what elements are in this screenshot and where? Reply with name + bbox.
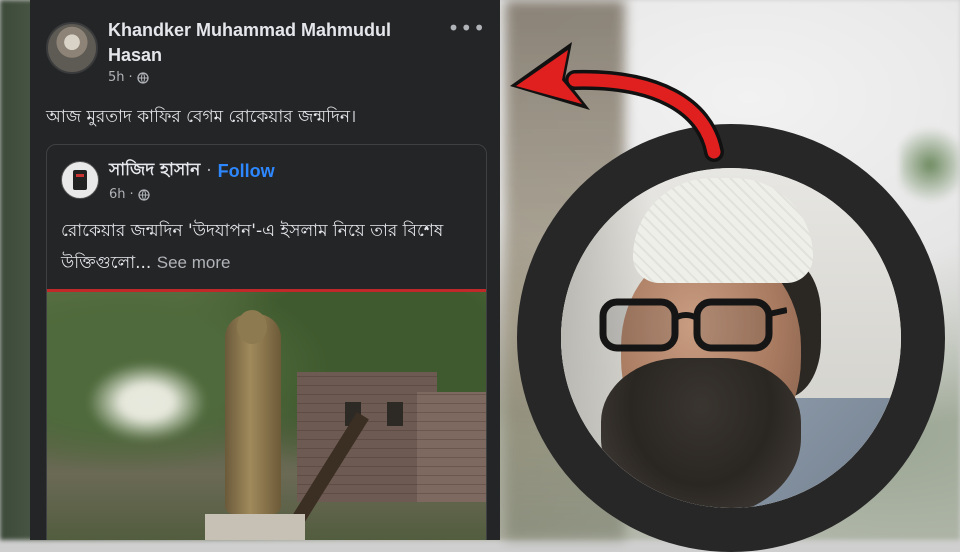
separator-dot: · bbox=[206, 161, 212, 181]
meta-dot: · bbox=[128, 70, 133, 85]
author-avatar[interactable] bbox=[46, 22, 98, 74]
post-meta: 5h · bbox=[108, 70, 149, 85]
post-time[interactable]: 5h bbox=[108, 70, 125, 85]
glasses-icon bbox=[599, 298, 787, 352]
meta-dot: · bbox=[129, 187, 134, 202]
shared-post-body: রোকেয়ার জন্মদিন 'উদযাপন'-এ ইসলাম নিয়ে … bbox=[61, 221, 444, 273]
more-options-icon[interactable]: ••• bbox=[448, 18, 486, 38]
photo-statue bbox=[225, 314, 281, 514]
building-window bbox=[387, 402, 403, 426]
globe-icon bbox=[137, 71, 149, 84]
globe-icon bbox=[138, 188, 150, 201]
shared-post-meta: 6h · bbox=[109, 187, 150, 202]
facebook-post-card: Khandker Muhammad Mahmudul Hasan 5h · ••… bbox=[30, 0, 500, 540]
photo-pedestal bbox=[205, 514, 305, 540]
photo-building bbox=[417, 392, 486, 502]
shared-author-name[interactable]: সাজিদ হাসান bbox=[109, 157, 200, 185]
see-more-link[interactable]: See more bbox=[157, 253, 231, 272]
post-text: আজ মুরতাদ কাফির বেগম রোকেয়ার জন্মদিন। bbox=[46, 107, 357, 127]
profile-photo bbox=[561, 168, 901, 508]
photo-flowers bbox=[87, 362, 207, 442]
shared-post-photo[interactable] bbox=[47, 289, 486, 540]
post-author-name[interactable]: Khandker Muhammad Mahmudul Hasan bbox=[108, 18, 448, 68]
background-foliage bbox=[900, 120, 960, 210]
post-header: Khandker Muhammad Mahmudul Hasan 5h · ••… bbox=[46, 18, 488, 88]
book-icon bbox=[73, 170, 87, 190]
shared-post-time[interactable]: 6h bbox=[109, 187, 126, 202]
shared-post[interactable]: সাজিদ হাসান · Follow 6h · রোকেয়ার জন্মদ… bbox=[46, 144, 487, 540]
shared-post-text: রোকেয়ার জন্মদিন 'উদযাপন'-এ ইসলাম নিয়ে … bbox=[61, 215, 474, 279]
shared-author-row: সাজিদ হাসান · Follow bbox=[109, 157, 275, 185]
follow-button[interactable]: Follow bbox=[218, 161, 275, 182]
photo-statue-head bbox=[237, 310, 267, 344]
person-beard bbox=[601, 358, 801, 508]
shared-author-avatar[interactable] bbox=[61, 161, 99, 199]
